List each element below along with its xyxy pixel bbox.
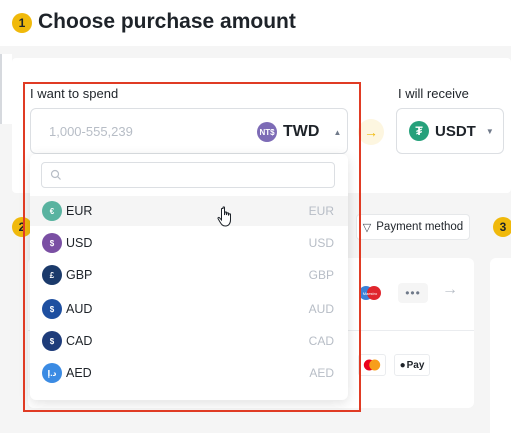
currency-option-code: EUR	[66, 204, 93, 218]
spend-currency-selector[interactable]: NT$ TWD ▲	[257, 121, 341, 143]
filter-icon: ▽	[362, 221, 372, 234]
arrow-right-icon: →	[358, 119, 384, 145]
currency-option-alt: GBP	[308, 268, 334, 282]
currency-search-input[interactable]	[66, 166, 326, 184]
usdt-currency-icon: ₮	[409, 121, 429, 141]
svg-text:Maestro: Maestro	[363, 291, 378, 296]
more-icon[interactable]: •••	[398, 283, 428, 303]
currency-option-alt: EUR	[308, 204, 334, 218]
currency-option-code: USD	[66, 236, 93, 250]
page-title: Choose purchase amount	[38, 10, 296, 33]
currency-option-aud[interactable]: $ AUD AUD	[30, 294, 348, 324]
step-badge-2: 2	[12, 217, 32, 237]
receive-label: I will receive	[398, 86, 469, 101]
left-edge-panel	[0, 54, 12, 124]
aed-icon: د.إ	[42, 363, 62, 383]
step-badge-3: 3	[493, 217, 511, 237]
receive-currency-code: USDT	[435, 122, 476, 140]
arrow-right-icon[interactable]: →	[442, 281, 458, 299]
twd-currency-icon: NT$	[257, 122, 277, 142]
usd-icon: $	[42, 233, 62, 253]
currency-option-usd[interactable]: $ USD USD	[30, 228, 348, 258]
currency-option-code: GBP	[66, 268, 93, 282]
currency-option-alt: USD	[308, 236, 334, 250]
currency-option-cad[interactable]: $ CAD CAD	[30, 326, 348, 356]
right-edge-panel	[490, 258, 511, 433]
currency-option-eur[interactable]: € EUR EUR	[30, 196, 348, 226]
cad-icon: $	[42, 331, 62, 351]
payment-method-label: Payment method	[376, 221, 464, 233]
currency-option-code: CAD	[66, 334, 93, 348]
spend-currency-code: TWD	[283, 123, 320, 140]
currency-option-alt: AED	[309, 366, 334, 380]
gbp-icon: £	[42, 265, 62, 285]
spend-label: I want to spend	[30, 86, 119, 101]
apple-pay-icon: ● Pay	[394, 354, 430, 376]
page: 1 Choose purchase amount I want to spend…	[0, 0, 511, 433]
currency-search-field[interactable]	[41, 162, 335, 188]
apple-pay-label: Pay	[406, 359, 425, 371]
step-badge-1: 1	[12, 13, 32, 33]
currency-option-code: AUD	[66, 302, 93, 316]
spend-amount-field[interactable]: 1,000-555,239 NT$ TWD ▲	[30, 108, 348, 154]
currency-option-code: AED	[66, 366, 92, 380]
currency-option-gbp[interactable]: £ GBP GBP	[30, 260, 348, 290]
currency-dropdown: € EUR EUR $ USD USD £ GBP GBP $ AUD AUD …	[30, 154, 348, 400]
currency-option-alt: AUD	[308, 302, 334, 316]
caret-down-icon: ▼	[485, 126, 494, 136]
spend-amount-placeholder: 1,000-555,239	[49, 124, 133, 139]
hand-pointer-cursor-icon	[217, 206, 231, 227]
currency-option-aed[interactable]: د.إ AED AED	[30, 358, 348, 388]
aud-icon: $	[42, 299, 62, 319]
search-icon	[50, 169, 61, 180]
page-header: 1 Choose purchase amount	[0, 0, 511, 46]
payment-method-filter-button[interactable]: ▽ Payment method	[356, 214, 470, 240]
currency-option-alt: CAD	[308, 334, 334, 348]
receive-currency-selector[interactable]: ₮ USDT ▼	[396, 108, 504, 154]
apple-logo-icon: ●	[399, 359, 406, 371]
eur-icon: €	[42, 201, 62, 221]
caret-up-icon: ▲	[333, 127, 342, 137]
maestro-icon: Maestro	[359, 286, 381, 300]
mastercard-icon	[358, 354, 386, 376]
